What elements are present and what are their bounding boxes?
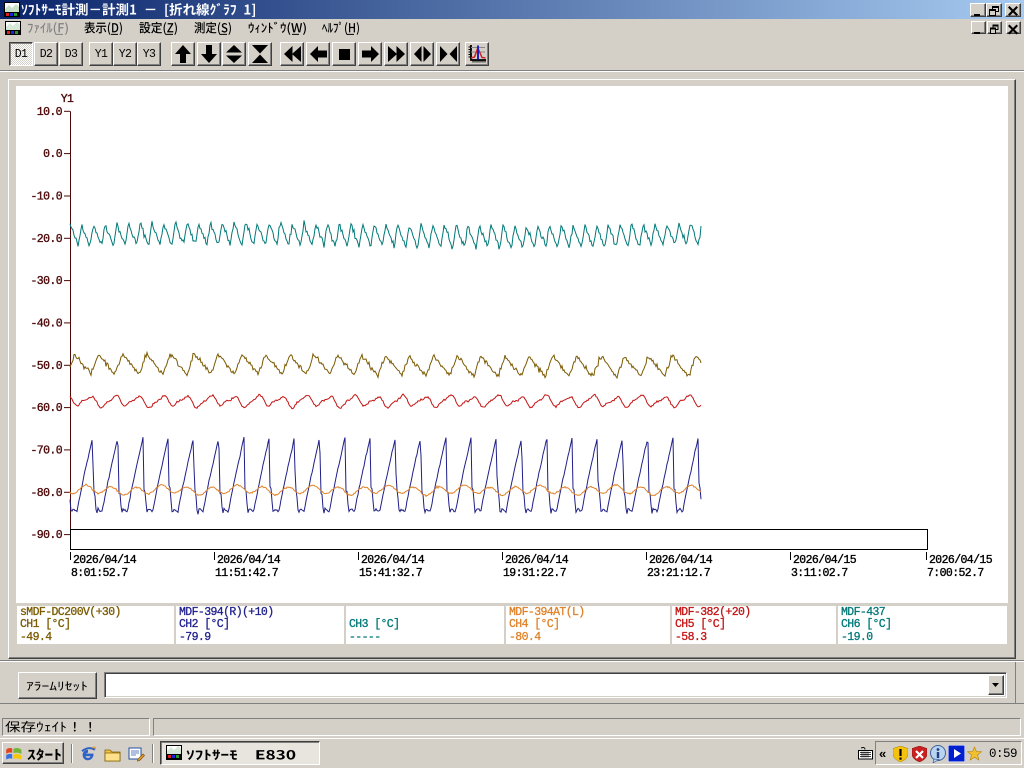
svg-text:-20.0: -20.0 [30,233,62,246]
svg-text:-90.0: -90.0 [30,529,62,542]
svg-text:2026/04/14: 2026/04/14 [649,554,713,567]
svg-text:0.0: 0.0 [43,148,63,161]
svg-text:19:31:22.7: 19:31:22.7 [503,567,566,580]
svg-text:2026/04/14: 2026/04/14 [217,554,281,567]
svg-text:11:51:42.7: 11:51:42.7 [215,567,278,580]
svg-text:2026/04/14: 2026/04/14 [505,554,569,567]
svg-text:2026/04/15: 2026/04/15 [793,554,857,567]
svg-text:2026/04/15: 2026/04/15 [929,554,993,567]
svg-text:10.0: 10.0 [37,106,63,119]
svg-text:-80.0: -80.0 [30,487,62,500]
svg-text:-30.0: -30.0 [30,275,62,288]
svg-text:8:01:52.7: 8:01:52.7 [71,567,128,580]
svg-text:2026/04/14: 2026/04/14 [361,554,425,567]
svg-text:15:41:32.7: 15:41:32.7 [359,567,422,580]
svg-text:23:21:12.7: 23:21:12.7 [647,567,710,580]
svg-text:-10.0: -10.0 [30,191,62,204]
svg-text:-40.0: -40.0 [30,317,62,330]
svg-text:7:00:52.7: 7:00:52.7 [927,567,984,580]
svg-text:2026/04/14: 2026/04/14 [73,554,137,567]
svg-text:-60.0: -60.0 [30,402,62,415]
svg-text:Y1: Y1 [61,93,74,106]
svg-text:-50.0: -50.0 [30,360,62,373]
svg-text:-70.0: -70.0 [30,444,62,457]
svg-text:3:11:02.7: 3:11:02.7 [791,567,848,580]
